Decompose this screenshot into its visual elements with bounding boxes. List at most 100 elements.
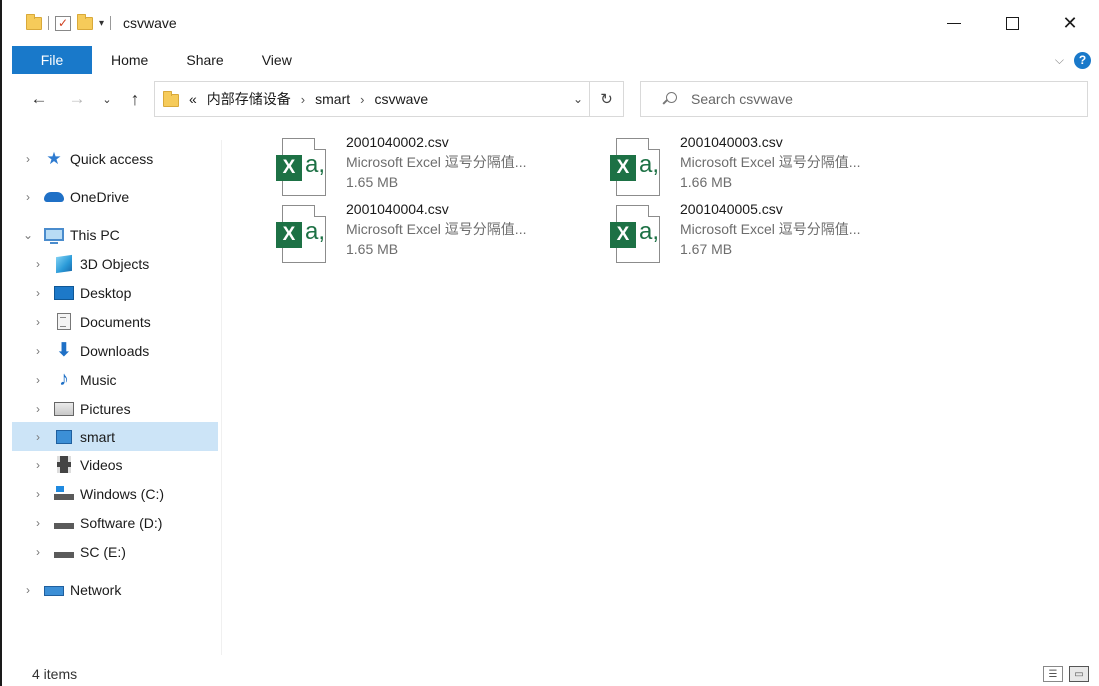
chevron-right-icon[interactable]: › bbox=[32, 402, 44, 416]
sidebar-item-label: Downloads bbox=[80, 342, 150, 359]
sidebar-item-software-d[interactable]: › Software (D:) bbox=[12, 508, 218, 537]
file-item[interactable]: X a, 2001040005.csv Microsoft Excel 逗号分隔… bbox=[610, 201, 910, 265]
chevron-right-icon[interactable]: › bbox=[32, 286, 44, 300]
file-list: X a, 2001040002.csv Microsoft Excel 逗号分隔… bbox=[264, 128, 1084, 648]
breadcrumb-overflow[interactable]: « bbox=[189, 91, 197, 107]
expand-ribbon-icon[interactable]: ⌵ bbox=[1055, 53, 1064, 68]
file-item[interactable]: X a, 2001040002.csv Microsoft Excel 逗号分隔… bbox=[276, 134, 576, 198]
breadcrumb-internal-storage[interactable]: 内部存储设备 bbox=[207, 89, 291, 109]
customize-toolbar-icon[interactable]: ▾ bbox=[99, 18, 104, 29]
status-bar: 4 items ☰ ▭ bbox=[12, 662, 1099, 686]
chevron-right-icon[interactable]: › bbox=[32, 545, 44, 559]
chevron-right-icon[interactable]: › bbox=[32, 315, 44, 329]
address-history-dropdown[interactable]: ⌄ bbox=[573, 82, 583, 116]
videos-icon bbox=[54, 456, 74, 474]
sidebar-item-documents[interactable]: › Documents bbox=[12, 307, 218, 336]
excel-csv-icon: X a, bbox=[276, 205, 338, 269]
file-type: Microsoft Excel 逗号分隔值... bbox=[680, 221, 861, 237]
tab-file[interactable]: File bbox=[12, 46, 92, 74]
file-size: 1.65 MB bbox=[346, 241, 399, 257]
file-size: 1.67 MB bbox=[680, 241, 733, 257]
download-icon: ⬇ bbox=[56, 340, 72, 361]
sidebar-item-label: SC (E:) bbox=[80, 543, 126, 560]
chevron-right-icon[interactable]: › bbox=[32, 344, 44, 358]
sidebar-item-quick-access[interactable]: › ★ Quick access bbox=[12, 144, 218, 173]
address-bar[interactable]: « 内部存储设备 › smart › csvwave ⌄ ↻ bbox=[154, 81, 624, 117]
chevron-right-icon[interactable]: › bbox=[22, 152, 34, 166]
sidebar-item-music[interactable]: › ♪ Music bbox=[12, 365, 218, 394]
view-switcher: ☰ ▭ bbox=[1043, 666, 1089, 682]
breadcrumb-csvwave[interactable]: csvwave bbox=[374, 91, 428, 107]
chevron-right-icon[interactable]: › bbox=[32, 257, 44, 271]
ribbon-right-controls: ⌵ ? bbox=[1055, 46, 1091, 74]
chevron-right-icon[interactable]: › bbox=[22, 583, 34, 597]
sidebar-item-smart[interactable]: › smart bbox=[12, 422, 218, 451]
arrow-right-icon: → bbox=[68, 89, 86, 108]
up-button[interactable]: ↑ bbox=[122, 78, 148, 120]
chevron-right-icon[interactable]: › bbox=[22, 190, 34, 204]
ribbon-tabs: File Home Share View ⌵ ? bbox=[12, 46, 1099, 74]
chevron-right-icon[interactable]: › bbox=[32, 487, 44, 501]
excel-csv-icon: X a, bbox=[610, 138, 672, 202]
music-icon: ♪ bbox=[59, 368, 69, 390]
back-button[interactable]: ← bbox=[26, 78, 52, 120]
forward-button[interactable]: → bbox=[64, 78, 90, 120]
sidebar-item-label: smart bbox=[80, 428, 115, 445]
details-view-icon[interactable]: ☰ bbox=[1043, 666, 1063, 682]
sidebar-item-network[interactable]: › Network bbox=[12, 575, 218, 604]
maximize-button[interactable] bbox=[983, 0, 1041, 46]
chevron-right-icon[interactable]: › bbox=[32, 373, 44, 387]
window-title: csvwave bbox=[123, 15, 177, 31]
new-folder-icon[interactable] bbox=[77, 13, 93, 30]
close-button[interactable]: ✕ bbox=[1041, 0, 1099, 46]
chevron-down-icon[interactable]: ⌄ bbox=[22, 228, 34, 242]
minimize-button[interactable] bbox=[925, 0, 983, 46]
window-left-edge bbox=[0, 0, 2, 686]
arrow-left-icon: ← bbox=[30, 89, 48, 108]
sidebar-item-label: Network bbox=[70, 581, 122, 598]
file-size: 1.66 MB bbox=[680, 174, 733, 190]
help-icon[interactable]: ? bbox=[1074, 51, 1091, 69]
sidebar-item-videos[interactable]: › Videos bbox=[12, 450, 218, 479]
chevron-right-icon[interactable]: › bbox=[32, 430, 44, 444]
chevron-right-icon[interactable]: › bbox=[32, 458, 44, 472]
navigation-bar: ← → ⌄ ↑ « 内部存储设备 › smart › csvwave ⌄ ↻ bbox=[12, 78, 1099, 120]
sidebar-item-label: 3D Objects bbox=[80, 255, 150, 272]
chevron-right-icon[interactable]: › bbox=[32, 516, 44, 530]
breadcrumb-separator[interactable]: › bbox=[301, 92, 305, 107]
tab-share[interactable]: Share bbox=[167, 46, 242, 74]
large-icons-view-icon[interactable]: ▭ bbox=[1069, 666, 1089, 682]
toolbar-separator bbox=[110, 16, 112, 30]
chevron-down-icon: ⌄ bbox=[102, 93, 112, 106]
tab-home[interactable]: Home bbox=[92, 46, 167, 74]
refresh-button[interactable]: ↻ bbox=[589, 82, 623, 116]
tab-view[interactable]: View bbox=[243, 46, 311, 74]
breadcrumb-separator[interactable]: › bbox=[360, 92, 364, 107]
sidebar-item-desktop[interactable]: › Desktop bbox=[12, 278, 218, 307]
sidebar-item-this-pc[interactable]: ⌄ This PC bbox=[12, 220, 218, 249]
sidebar-item-pictures[interactable]: › Pictures bbox=[12, 394, 218, 423]
file-item[interactable]: X a, 2001040004.csv Microsoft Excel 逗号分隔… bbox=[276, 201, 576, 265]
item-count: 4 items bbox=[32, 666, 78, 682]
file-item[interactable]: X a, 2001040003.csv Microsoft Excel 逗号分隔… bbox=[610, 134, 910, 198]
search-box[interactable] bbox=[640, 81, 1088, 117]
sidebar-item-windows-c[interactable]: › Windows (C:) bbox=[12, 479, 218, 508]
minimize-icon bbox=[947, 22, 961, 24]
sidebar-item-label: Documents bbox=[80, 313, 151, 330]
sidebar-item-onedrive[interactable]: › OneDrive bbox=[12, 182, 218, 211]
sidebar-item-label: Quick access bbox=[70, 150, 154, 167]
windows-drive-icon bbox=[54, 485, 74, 503]
sidebar-item-3d-objects[interactable]: › 3D Objects bbox=[12, 249, 218, 278]
sidebar-item-downloads[interactable]: › ⬇ Downloads bbox=[12, 336, 218, 365]
properties-icon[interactable]: ✓ bbox=[55, 15, 71, 31]
search-input[interactable] bbox=[691, 91, 1071, 107]
sidebar-item-sc-e[interactable]: › SC (E:) bbox=[12, 537, 218, 566]
recent-locations-button[interactable]: ⌄ bbox=[98, 78, 116, 120]
cube-icon bbox=[54, 254, 74, 273]
breadcrumb-smart[interactable]: smart bbox=[315, 91, 350, 107]
sidebar-item-label: Pictures bbox=[80, 400, 131, 417]
sidebar-item-label: OneDrive bbox=[70, 188, 130, 205]
window-controls: ✕ bbox=[925, 0, 1099, 46]
network-icon bbox=[44, 581, 64, 599]
file-type: Microsoft Excel 逗号分隔值... bbox=[680, 154, 861, 170]
